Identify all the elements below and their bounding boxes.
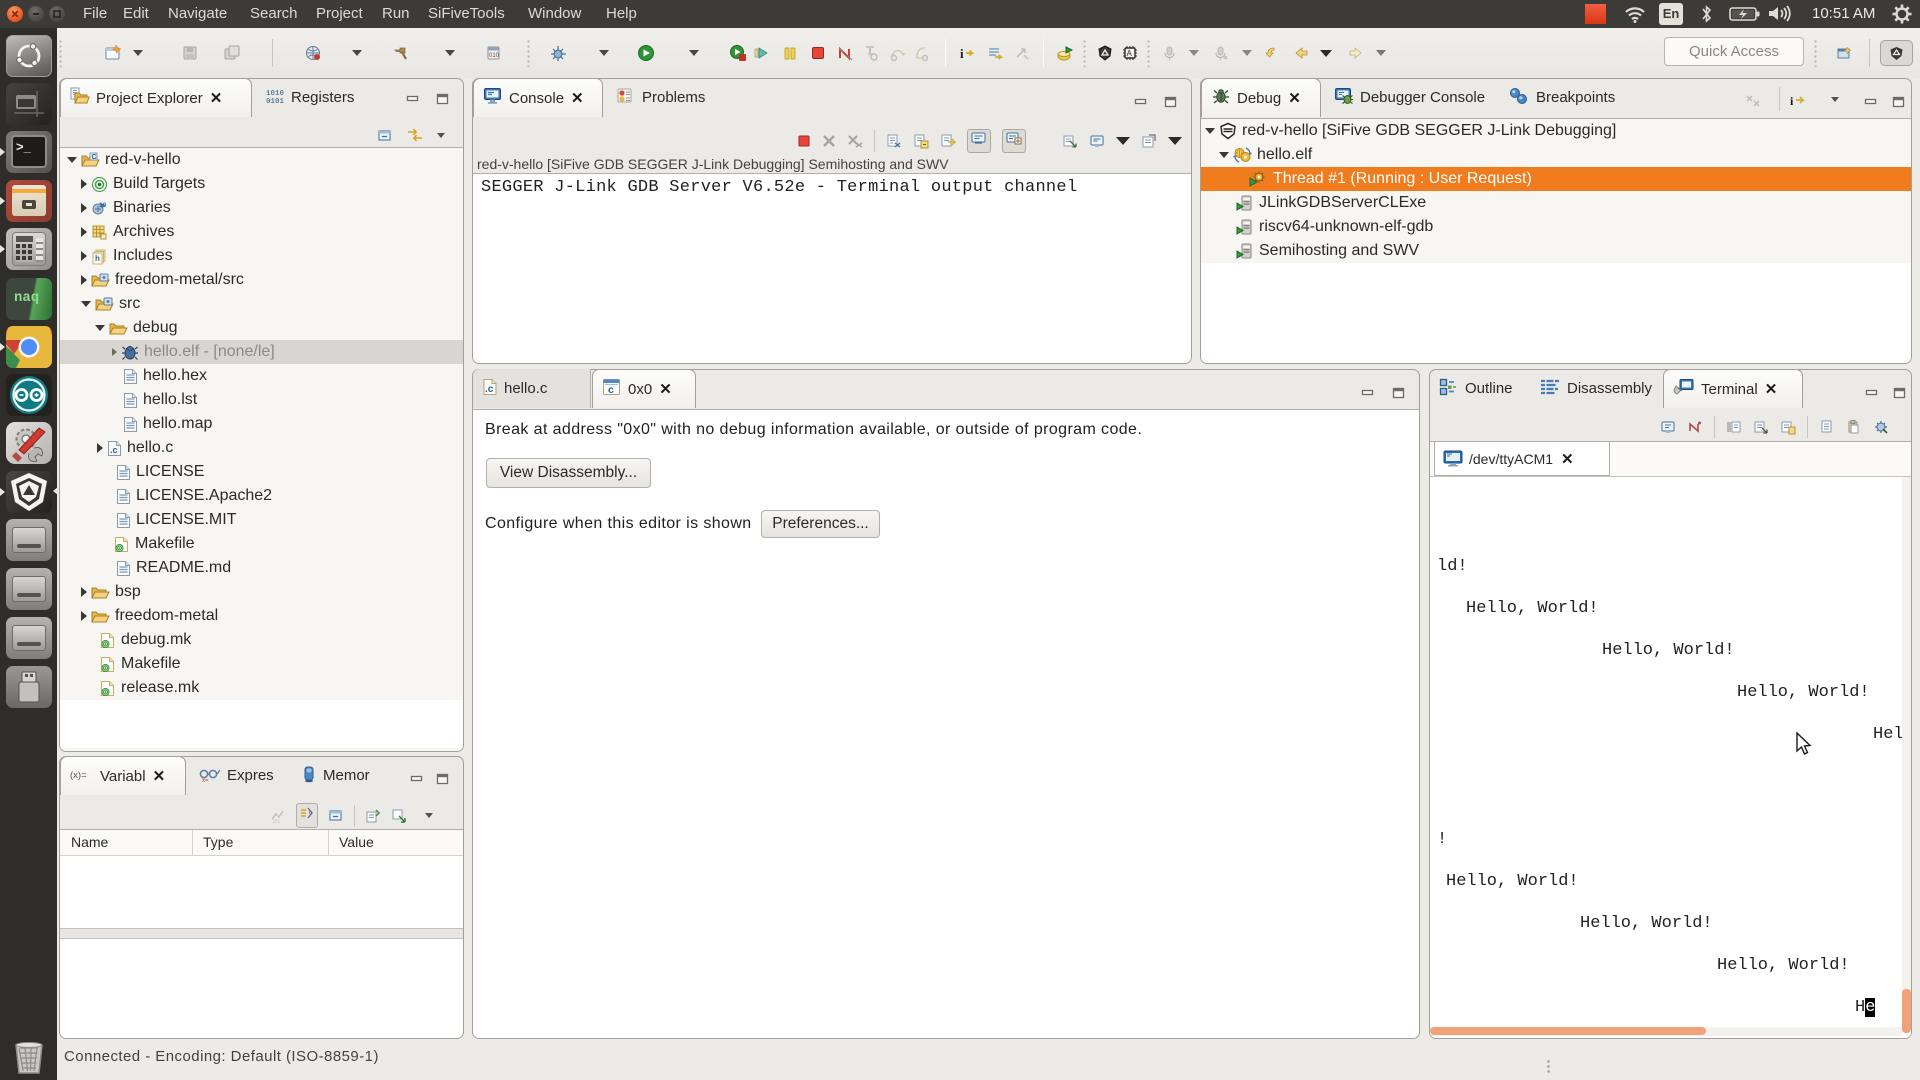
svg-text:h: h <box>95 254 100 263</box>
svg-text:101: 101 <box>272 819 281 824</box>
svg-text:010: 010 <box>489 53 500 59</box>
svg-text:(x)=: (x)= <box>70 770 87 781</box>
svg-text:.c: .c <box>110 445 118 455</box>
svg-text:c: c <box>608 384 614 396</box>
svg-text:C: C <box>92 154 97 161</box>
svg-text:b: b <box>309 810 312 816</box>
svg-text:1010: 1010 <box>266 90 285 98</box>
svg-text:i: i <box>960 46 964 61</box>
svg-text:0101: 0101 <box>266 98 285 105</box>
svg-text:i: i <box>1790 94 1794 108</box>
svg-text:x=: x= <box>202 778 209 783</box>
svg-text:.c: .c <box>485 384 494 395</box>
svg-text:A: A <box>1127 49 1133 58</box>
